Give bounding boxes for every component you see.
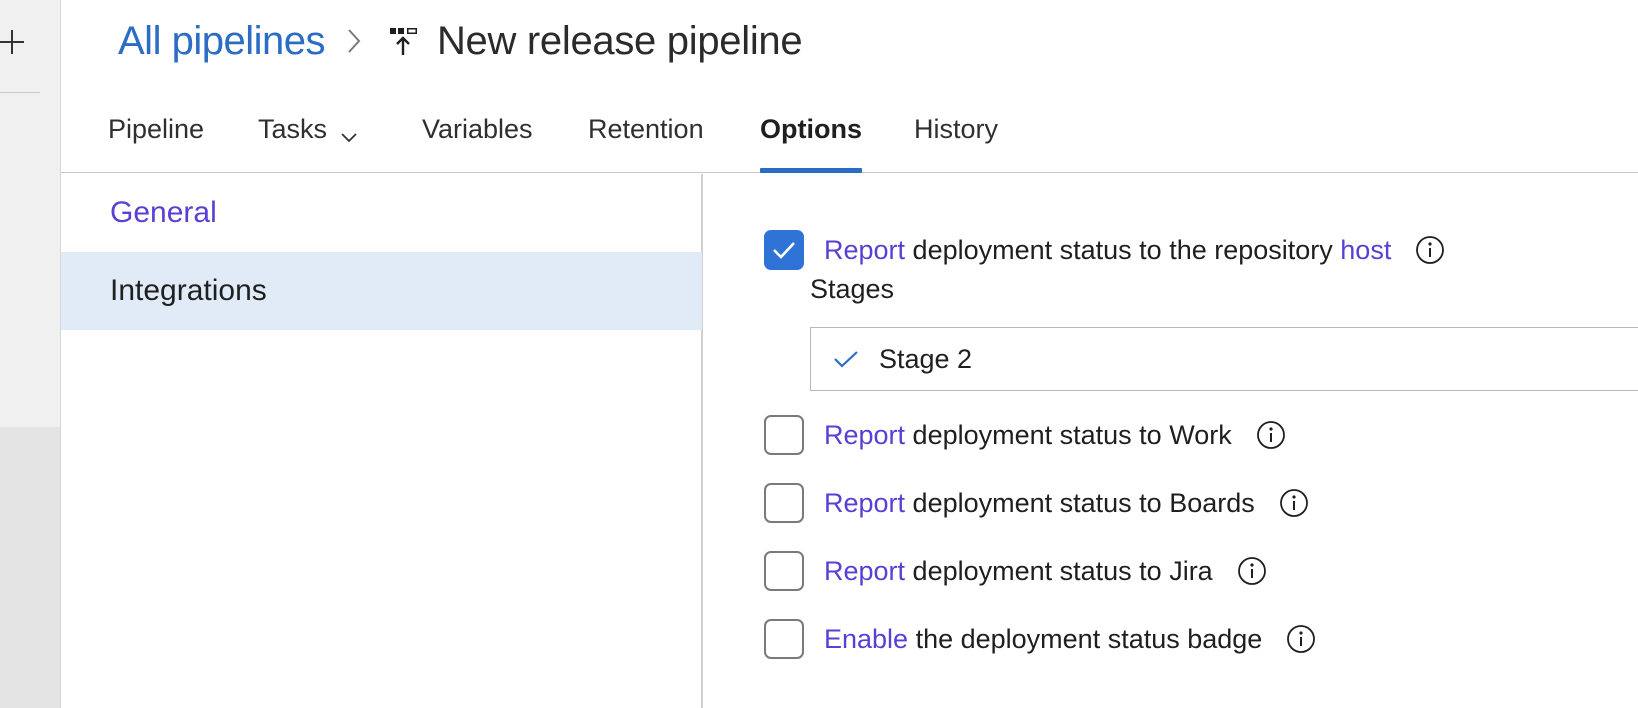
tab-history[interactable]: History xyxy=(914,114,998,173)
option-text: deployment status to Work xyxy=(905,419,1232,450)
tab-variables[interactable]: Variables xyxy=(422,114,533,173)
option-label: Report deployment status to Work xyxy=(824,420,1232,451)
stages-label: Stages xyxy=(810,274,895,304)
rail-divider xyxy=(0,92,40,93)
stages-picker[interactable]: Stage 2 xyxy=(810,327,1638,391)
integrations-panel: Report deployment status to the reposito… xyxy=(703,174,1638,708)
report-link[interactable]: Report xyxy=(824,488,905,518)
tab-options[interactable]: Options xyxy=(760,114,862,173)
side-nav-item-integrations[interactable]: Integrations xyxy=(61,252,702,330)
report-link[interactable]: Report xyxy=(824,556,905,586)
option-jira: Report deployment status to Jira xyxy=(764,551,1267,591)
side-nav-item-label: General xyxy=(110,196,217,229)
option-status-badge: Enable the deployment status badge xyxy=(764,619,1316,659)
option-text: deployment status to Jira xyxy=(905,555,1213,586)
rail-bottom-section xyxy=(0,427,60,708)
option-boards: Report deployment status to Boards xyxy=(764,483,1309,523)
option-label: Report deployment status to Boards xyxy=(824,488,1255,519)
stage-item-label: Stage 2 xyxy=(879,343,973,374)
host-link[interactable]: host xyxy=(1340,235,1391,265)
tab-bar: Pipeline Tasks Variables Retention Optio… xyxy=(61,100,1638,173)
option-label: Report deployment status to the reposito… xyxy=(824,235,1391,266)
tab-variables-label: Variables xyxy=(422,114,533,144)
info-icon[interactable] xyxy=(1237,556,1267,586)
tab-pipeline[interactable]: Pipeline xyxy=(108,114,204,173)
tab-history-label: History xyxy=(914,114,999,144)
left-rail xyxy=(0,0,61,708)
tab-retention-label: Retention xyxy=(588,114,704,144)
option-label: Enable the deployment status badge xyxy=(824,624,1262,655)
page-title: New release pipeline xyxy=(436,18,803,63)
release-pipeline-icon xyxy=(389,26,419,56)
breadcrumb-all-pipelines-link[interactable]: All pipelines xyxy=(118,19,325,64)
tab-options-label: Options xyxy=(760,114,862,144)
enable-link[interactable]: Enable xyxy=(824,624,908,654)
option-text: deployment status to the repository xyxy=(905,234,1341,265)
status-badge-checkbox[interactable] xyxy=(764,619,804,659)
options-side-nav: General Integrations xyxy=(61,174,703,708)
jira-checkbox[interactable] xyxy=(764,551,804,591)
plus-icon[interactable] xyxy=(0,22,28,62)
side-nav-item-general[interactable]: General xyxy=(61,174,702,252)
repo-host-checkbox[interactable] xyxy=(764,230,804,270)
info-icon[interactable] xyxy=(1415,235,1445,265)
option-label: Report deployment status to Jira xyxy=(824,556,1213,587)
option-work: Report deployment status to Work xyxy=(764,415,1286,455)
chevron-right-icon xyxy=(347,28,361,54)
info-icon[interactable] xyxy=(1256,420,1286,450)
report-link[interactable]: Report xyxy=(824,235,905,265)
check-icon xyxy=(833,349,859,369)
tab-retention[interactable]: Retention xyxy=(588,114,704,173)
option-text: the deployment status badge xyxy=(908,623,1263,654)
report-link[interactable]: Report xyxy=(824,420,905,450)
option-repo-host: Report deployment status to the reposito… xyxy=(764,230,1445,270)
info-icon[interactable] xyxy=(1286,624,1316,654)
tab-tasks[interactable]: Tasks xyxy=(258,114,357,173)
tab-tasks-label: Tasks xyxy=(258,114,328,144)
option-text: deployment status to Boards xyxy=(905,487,1255,518)
info-icon[interactable] xyxy=(1279,488,1309,518)
side-nav-item-label: Integrations xyxy=(110,274,267,307)
breadcrumb: All pipelines New release pipeline xyxy=(118,14,803,68)
rail-top-section xyxy=(0,0,60,427)
work-checkbox[interactable] xyxy=(764,415,804,455)
boards-checkbox[interactable] xyxy=(764,483,804,523)
tab-pipeline-label: Pipeline xyxy=(108,114,205,144)
chevron-down-icon xyxy=(341,120,357,151)
